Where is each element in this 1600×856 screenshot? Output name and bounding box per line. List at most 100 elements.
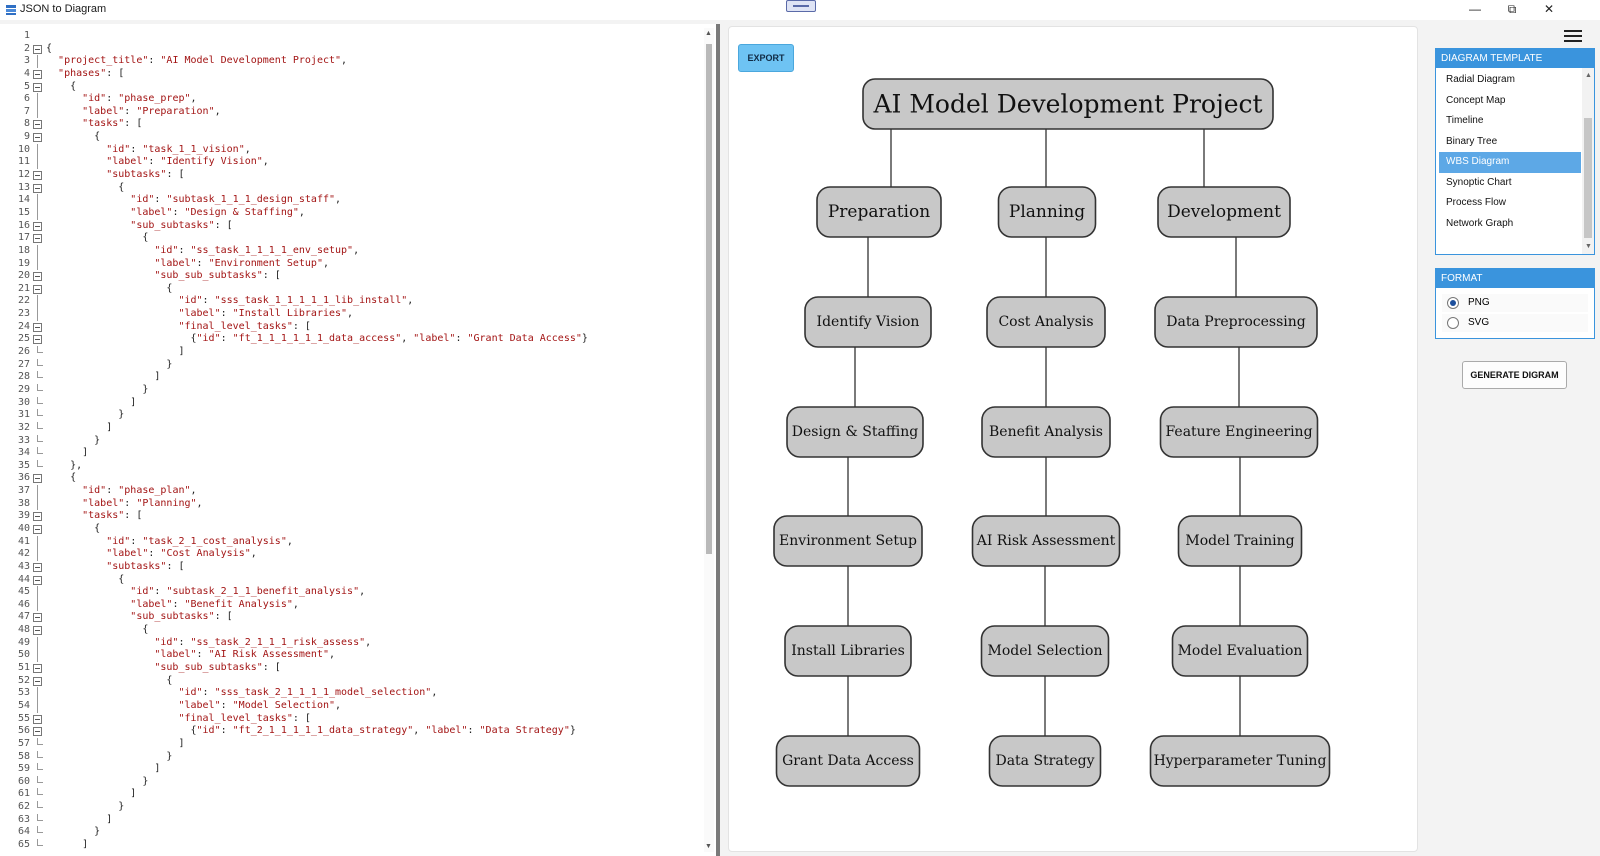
fold-toggle-icon[interactable] xyxy=(31,611,45,624)
radio-icon[interactable] xyxy=(1447,317,1459,329)
code-line: ] xyxy=(46,737,185,749)
code-line: { xyxy=(46,80,77,92)
line-number: 49 xyxy=(17,636,30,648)
fold-toggle-icon[interactable] xyxy=(31,523,45,536)
line-number: 29 xyxy=(17,383,30,395)
fold-toggle-icon[interactable] xyxy=(31,43,45,56)
pane-splitter[interactable] xyxy=(716,24,720,856)
line-number: 19 xyxy=(17,257,30,269)
scroll-down-icon[interactable]: ▼ xyxy=(705,843,712,850)
fold-toggle-icon[interactable] xyxy=(31,220,45,233)
fold-toggle-icon[interactable] xyxy=(31,283,45,296)
phase-node-label: Planning xyxy=(1009,202,1085,222)
format-option-svg[interactable]: SVG xyxy=(1442,314,1588,332)
phase-node-label: Development xyxy=(1167,202,1281,222)
fold-toggle-icon[interactable] xyxy=(31,725,45,738)
minimize-button[interactable]: — xyxy=(1457,0,1493,20)
fold-toggle-icon[interactable] xyxy=(31,624,45,637)
fold-toggle-icon[interactable] xyxy=(31,662,45,675)
template-option[interactable]: WBS Diagram xyxy=(1439,152,1581,173)
code-line: {"id": "ft_2_1_1_1_1_1_data_strategy", "… xyxy=(46,725,576,737)
line-number: 10 xyxy=(17,143,30,155)
code-line: "id": "ss_task_2_1_1_1_risk_assess", xyxy=(154,636,372,648)
template-option[interactable]: Synoptic Chart xyxy=(1439,173,1581,194)
template-option[interactable]: Concept Map xyxy=(1439,91,1581,112)
restore-button[interactable]: ⧉ xyxy=(1494,0,1530,20)
fold-toggle-icon[interactable] xyxy=(31,81,45,94)
template-list[interactable]: Radial Diagram Concept Map Timeline Binary … xyxy=(1436,68,1594,254)
code-line: {"id": "ft_1_1_1_1_1_1_data_access", "la… xyxy=(46,333,588,345)
fold-toggle-icon[interactable] xyxy=(31,321,45,334)
fold-toggle-icon[interactable] xyxy=(31,131,45,144)
template-list-scrollbar[interactable]: ▲ ▼ xyxy=(1582,68,1594,254)
fold-toggle-icon[interactable] xyxy=(31,169,45,182)
code-line: "phases": [ xyxy=(58,67,125,79)
code-line: ] xyxy=(46,763,161,775)
editor-scroll-thumb[interactable] xyxy=(706,44,712,554)
fold-guide xyxy=(31,750,45,764)
task-node-label: Data Preprocessing xyxy=(1166,314,1305,330)
template-option[interactable]: Network Graph xyxy=(1439,214,1581,235)
fold-toggle-icon[interactable] xyxy=(31,182,45,195)
fold-toggle-icon[interactable] xyxy=(31,713,45,726)
task-node-label: Hyperparameter Tuning xyxy=(1154,753,1327,769)
scroll-up-icon[interactable]: ▲ xyxy=(705,30,712,37)
fold-guide xyxy=(31,459,45,473)
format-option-png[interactable]: PNG xyxy=(1442,294,1588,312)
radio-icon[interactable] xyxy=(1447,297,1459,309)
code-line: ] xyxy=(46,788,137,800)
fold-guide xyxy=(31,737,45,751)
code-area[interactable]: { "project_title": "AI Model Development… xyxy=(46,30,696,852)
code-line: "final_level_tasks": [ xyxy=(178,712,311,724)
fold-guide xyxy=(31,409,45,422)
line-number: 15 xyxy=(17,206,30,218)
code-line: "sub_sub_subtasks": [ xyxy=(154,270,281,282)
generate-diagram-button[interactable]: GENERATE DIGRAM xyxy=(1462,361,1567,389)
scroll-down-icon[interactable]: ▼ xyxy=(1585,243,1592,250)
scroll-up-icon[interactable]: ▲ xyxy=(1585,72,1592,79)
line-number: 52 xyxy=(17,674,30,686)
line-number: 54 xyxy=(17,699,30,711)
fold-guide xyxy=(31,839,45,852)
fold-toggle-icon[interactable] xyxy=(31,675,45,688)
line-number: 61 xyxy=(17,788,30,800)
task-node-label: AI Risk Assessment xyxy=(976,533,1116,549)
template-option[interactable]: Timeline xyxy=(1439,111,1581,132)
code-line: ] xyxy=(46,371,161,383)
fold-toggle-icon[interactable] xyxy=(31,561,45,574)
line-number: 13 xyxy=(17,181,30,193)
options-panel: DIAGRAM TEMPLATE Radial Diagram Concept M… xyxy=(1420,24,1600,856)
code-line: { xyxy=(46,472,77,484)
line-number: 43 xyxy=(17,560,30,572)
editor-scrollbar[interactable]: ▲ ▼ xyxy=(704,28,714,852)
fold-guide xyxy=(31,813,45,827)
code-line: "label": "Identify Vision", xyxy=(106,156,269,168)
fold-toggle-icon[interactable] xyxy=(31,333,45,346)
fold-guide xyxy=(31,93,45,106)
template-option[interactable]: Radial Diagram xyxy=(1439,70,1581,91)
format-label: PNG xyxy=(1468,297,1490,308)
fold-toggle-icon[interactable] xyxy=(31,118,45,131)
code-line: ] xyxy=(46,447,89,459)
template-option[interactable]: Binary Tree xyxy=(1439,132,1581,153)
close-button[interactable]: ✕ xyxy=(1531,0,1567,20)
line-number-gutter: 1 2 3 4 5 6 7 8 9 10 11 12 13 14 15 16 17 18 19 20 21 22 23 24 2… xyxy=(0,30,30,852)
line-number: 11 xyxy=(17,156,30,168)
template-scroll-thumb[interactable] xyxy=(1584,118,1592,238)
phase-node-label: Preparation xyxy=(828,202,930,222)
code-line: "label": "Design & Staffing", xyxy=(130,206,305,218)
fold-toggle-icon[interactable] xyxy=(31,270,45,283)
template-option[interactable]: Process Flow xyxy=(1439,193,1581,214)
fold-toggle-icon[interactable] xyxy=(31,510,45,523)
fold-toggle-icon[interactable] xyxy=(31,574,45,587)
json-editor[interactable]: 1 2 3 4 5 6 7 8 9 10 11 12 13 14 15 16 17 18 19 20 21 22 23 24 2… xyxy=(0,24,718,856)
code-line: "sub_sub_subtasks": [ xyxy=(154,662,281,674)
menu-icon[interactable] xyxy=(1564,30,1582,44)
code-line: } xyxy=(46,358,173,370)
drag-handle[interactable] xyxy=(786,0,816,12)
fold-toggle-icon[interactable] xyxy=(31,232,45,245)
line-number: 31 xyxy=(17,409,30,421)
code-line: "id": "subtask_1_1_1_design_staff", xyxy=(130,194,342,206)
fold-toggle-icon[interactable] xyxy=(31,472,45,485)
fold-toggle-icon[interactable] xyxy=(31,68,45,81)
